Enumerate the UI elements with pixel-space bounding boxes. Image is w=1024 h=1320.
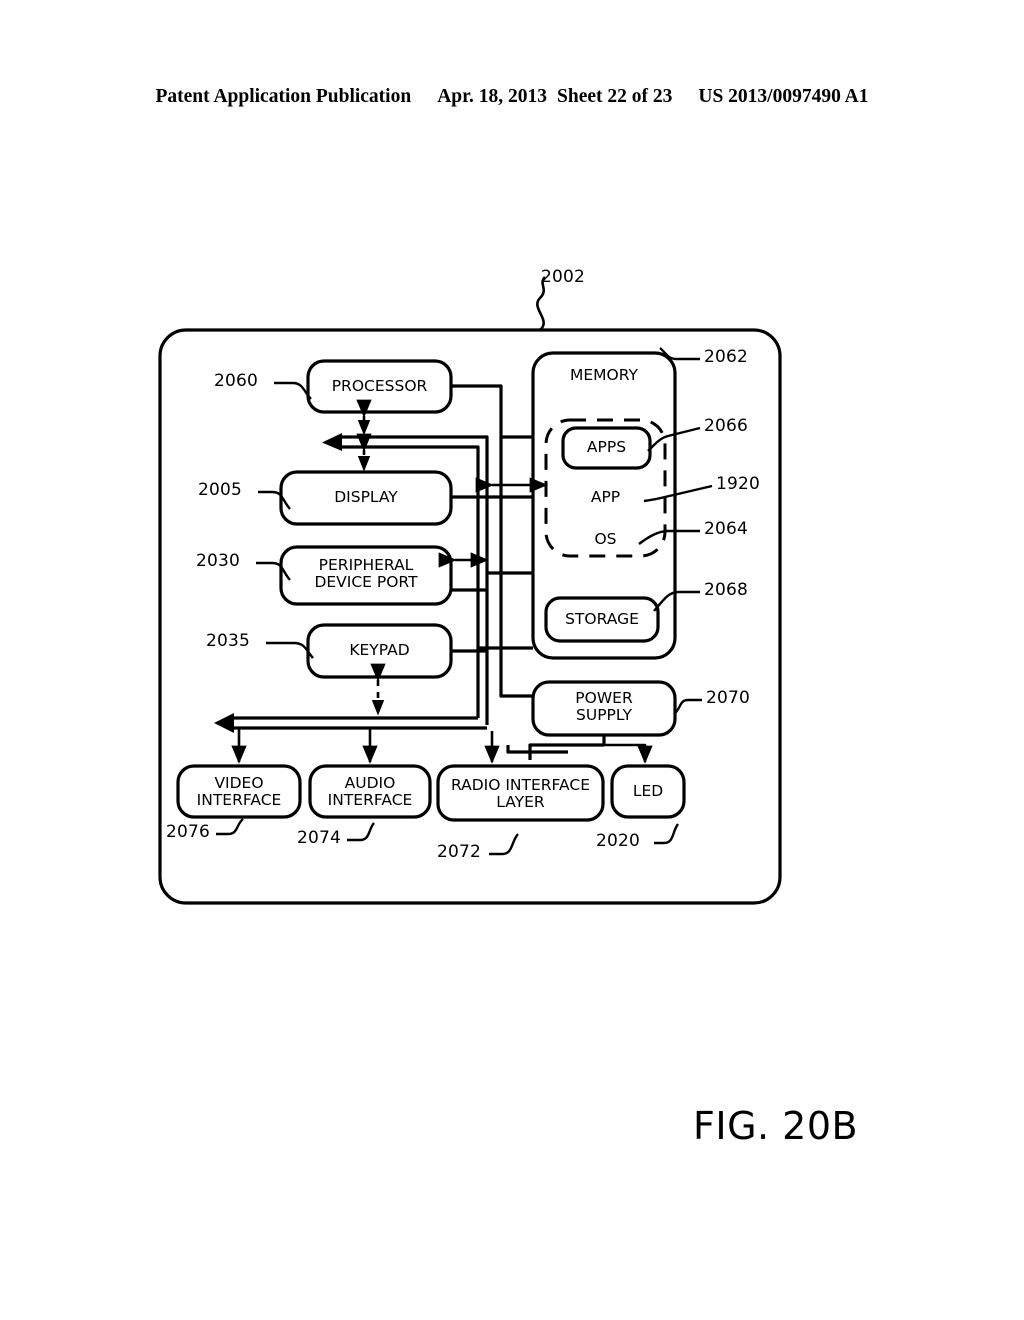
ref-2074: 2074 xyxy=(297,828,342,848)
block-diagram-svg xyxy=(158,276,782,905)
led-label: LED xyxy=(632,782,664,800)
radio-interface-layer-label: RADIO INTERFACE LAYER xyxy=(450,776,590,812)
ref-2072: 2072 xyxy=(437,842,482,862)
figure-drawing: PROCESSOR DISPLAY PERIPHERAL DEVICE PORT … xyxy=(0,0,1024,1320)
patent-figure-page: Patent Application Publication Apr. 18, 2… xyxy=(0,0,1024,1320)
leader-2068 xyxy=(653,590,700,612)
ref-2070: 2070 xyxy=(706,688,751,708)
ref-2005: 2005 xyxy=(198,480,243,500)
apps-label: APPS xyxy=(586,438,627,456)
ref-1920: 1920 xyxy=(716,474,761,494)
bus-rail-upper-arrowhead xyxy=(322,433,342,451)
ref-2068: 2068 xyxy=(704,580,749,600)
ref-2076: 2076 xyxy=(166,822,211,842)
lower-bus-arrowhead xyxy=(214,713,234,733)
audio-interface-label: AUDIO INTERFACE xyxy=(327,774,413,810)
ref-2062: 2062 xyxy=(704,347,749,367)
ref-2066: 2066 xyxy=(704,416,749,436)
figure-caption: FIG. 20B xyxy=(693,1104,859,1148)
os-label: OS xyxy=(594,530,617,548)
leader-2035 xyxy=(266,641,314,659)
leader-2070 xyxy=(673,698,702,715)
ref-2020: 2020 xyxy=(596,831,641,851)
leader-2060 xyxy=(274,381,312,400)
ref-2030: 2030 xyxy=(196,551,241,571)
memory-label: MEMORY xyxy=(570,366,638,384)
storage-label: STORAGE xyxy=(565,610,639,628)
ref-2035: 2035 xyxy=(206,631,251,651)
ref-2060: 2060 xyxy=(214,371,259,391)
peripheral-device-port-label: PERIPHERAL DEVICE PORT xyxy=(314,556,418,592)
keypad-label: KEYPAD xyxy=(349,641,410,659)
power-supply-label: POWER SUPPLY xyxy=(575,689,633,725)
wire-power-to-led xyxy=(604,743,653,764)
processor-label: PROCESSOR xyxy=(331,377,428,395)
app-label: APP xyxy=(590,488,621,506)
ref-2002: 2002 xyxy=(541,267,586,287)
video-interface-label: VIDEO INTERFACE xyxy=(196,774,282,810)
display-label: DISPLAY xyxy=(334,488,398,506)
ref-2064: 2064 xyxy=(704,519,749,539)
